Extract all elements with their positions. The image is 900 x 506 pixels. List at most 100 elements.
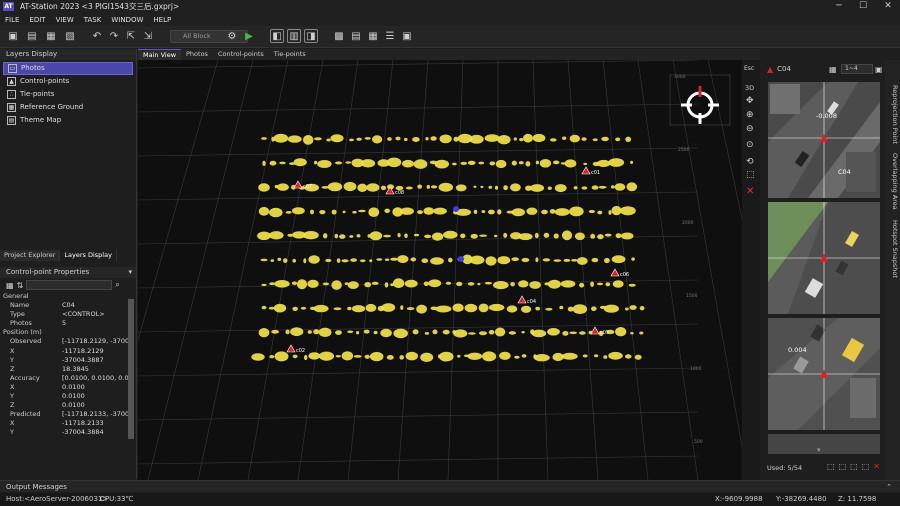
menu-window[interactable]: WINDOW	[106, 16, 148, 24]
scroll-down-icon[interactable]: ▾	[817, 446, 821, 454]
photo-marker[interactable]	[372, 135, 383, 144]
tie-point-marker[interactable]	[453, 206, 459, 212]
photo-marker[interactable]	[608, 210, 612, 215]
photo-marker[interactable]	[582, 354, 588, 358]
photo-marker[interactable]	[547, 186, 552, 190]
photo-marker[interactable]	[395, 136, 401, 141]
photo-marker[interactable]	[579, 282, 585, 288]
photo-marker[interactable]	[464, 303, 478, 313]
photo-marker[interactable]	[432, 329, 438, 335]
scene-canvas[interactable]: c07c08c01c06c04c05c023000250020001500100…	[138, 60, 742, 480]
photo-marker[interactable]	[420, 352, 434, 362]
photo-marker[interactable]	[467, 352, 483, 360]
photo-marker[interactable]	[611, 205, 622, 216]
photo-marker[interactable]	[369, 259, 373, 263]
next-thumb-icon[interactable]: ⬚	[862, 462, 870, 471]
photo-marker[interactable]	[550, 138, 557, 142]
photo-marker[interactable]	[364, 137, 371, 140]
photo-marker[interactable]	[503, 232, 508, 238]
photo-marker[interactable]	[434, 159, 449, 169]
photo-marker[interactable]	[554, 208, 570, 216]
photo-marker[interactable]	[439, 134, 452, 144]
photo-marker[interactable]	[443, 230, 458, 239]
photo-marker[interactable]	[357, 183, 368, 192]
photo-marker[interactable]	[399, 355, 405, 360]
layer-photos[interactable]: ▭ Photos	[3, 62, 133, 75]
select-icon[interactable]: ⬚	[746, 170, 755, 180]
prev-thumb-icon[interactable]: ⬚	[850, 462, 858, 471]
photo-marker[interactable]	[262, 160, 266, 166]
photo-marker[interactable]	[341, 351, 354, 361]
photo-marker[interactable]	[590, 233, 596, 239]
photo-marker[interactable]	[412, 329, 419, 335]
search-icon[interactable]: ⌕	[115, 280, 119, 290]
photo-marker[interactable]	[530, 184, 545, 192]
photo-marker[interactable]	[313, 304, 329, 313]
import-icon[interactable]: ⇱	[124, 29, 138, 43]
photo-marker[interactable]	[526, 207, 538, 215]
photo-marker[interactable]	[384, 258, 390, 261]
photo-marker[interactable]	[417, 184, 423, 189]
photo-marker[interactable]	[493, 281, 509, 290]
menu-edit[interactable]: EDIT	[24, 16, 50, 24]
grid-view-icon[interactable]: ▩	[332, 29, 346, 43]
photo-marker[interactable]	[269, 207, 283, 218]
reprojection-thumb-1[interactable]: -0.008 C04	[768, 82, 880, 198]
photo-marker[interactable]	[634, 354, 642, 360]
photo-marker[interactable]	[400, 305, 404, 310]
photo-marker[interactable]	[433, 207, 447, 215]
photo-marker[interactable]	[547, 279, 561, 289]
prop-section[interactable]: General	[0, 292, 136, 301]
photo-marker[interactable]	[386, 157, 402, 168]
photo-marker[interactable]	[488, 303, 505, 312]
layout-right-icon[interactable]: ◨	[304, 29, 318, 43]
photo-marker[interactable]	[423, 207, 435, 215]
categorize-icon[interactable]: ▦	[6, 281, 14, 290]
run-settings-icon[interactable]: ⚙	[225, 29, 239, 43]
photo-marker[interactable]	[384, 208, 390, 213]
photo-marker[interactable]	[532, 133, 546, 143]
photo-marker[interactable]	[605, 282, 611, 287]
photo-marker[interactable]	[276, 183, 289, 191]
3d-button[interactable]: 3D	[745, 84, 754, 92]
photo-marker[interactable]	[303, 231, 319, 240]
photo-marker[interactable]	[347, 281, 359, 289]
tab-main-view[interactable]: Main View	[138, 49, 182, 60]
photo-marker[interactable]	[503, 185, 508, 191]
photo-marker[interactable]	[489, 161, 496, 166]
photo-marker[interactable]	[525, 161, 531, 167]
photo-marker[interactable]	[323, 233, 328, 239]
photo-marker[interactable]	[291, 281, 298, 285]
photo-marker[interactable]	[467, 160, 476, 165]
photo-marker[interactable]	[347, 306, 352, 311]
tie-point-marker[interactable]	[458, 256, 464, 262]
zoom-out-icon[interactable]: ⊖	[746, 124, 754, 134]
maximize-icon[interactable]: ☐	[851, 0, 875, 13]
photo-marker[interactable]	[360, 259, 366, 263]
photo-marker[interactable]	[569, 206, 584, 217]
photo-marker[interactable]	[542, 258, 551, 262]
photo-marker[interactable]	[292, 258, 296, 263]
photo-marker[interactable]	[453, 329, 468, 338]
props-search-input[interactable]	[26, 280, 113, 290]
photo-marker[interactable]	[386, 355, 394, 360]
photo-marker[interactable]	[521, 331, 525, 334]
photo-marker[interactable]	[416, 304, 427, 314]
export-icon[interactable]: ⇲	[141, 29, 155, 43]
photo-marker[interactable]	[597, 282, 603, 286]
photo-marker[interactable]	[431, 232, 444, 241]
esc-button[interactable]: Esc	[744, 65, 754, 72]
photo-marker[interactable]	[285, 211, 292, 214]
photo-marker[interactable]	[365, 303, 377, 312]
photo-marker[interactable]	[541, 209, 548, 215]
layer-tie-points[interactable]: ∴ Tie-points	[3, 88, 133, 101]
photo-marker[interactable]	[310, 209, 314, 215]
photo-marker[interactable]	[511, 257, 519, 262]
photo-marker[interactable]	[456, 281, 463, 287]
photo-marker[interactable]	[614, 183, 626, 191]
photo-marker[interactable]	[269, 160, 277, 166]
photo-marker[interactable]	[279, 161, 286, 165]
photo-marker[interactable]	[615, 233, 622, 239]
photo-marker[interactable]	[426, 184, 430, 189]
photo-marker[interactable]	[534, 232, 539, 239]
